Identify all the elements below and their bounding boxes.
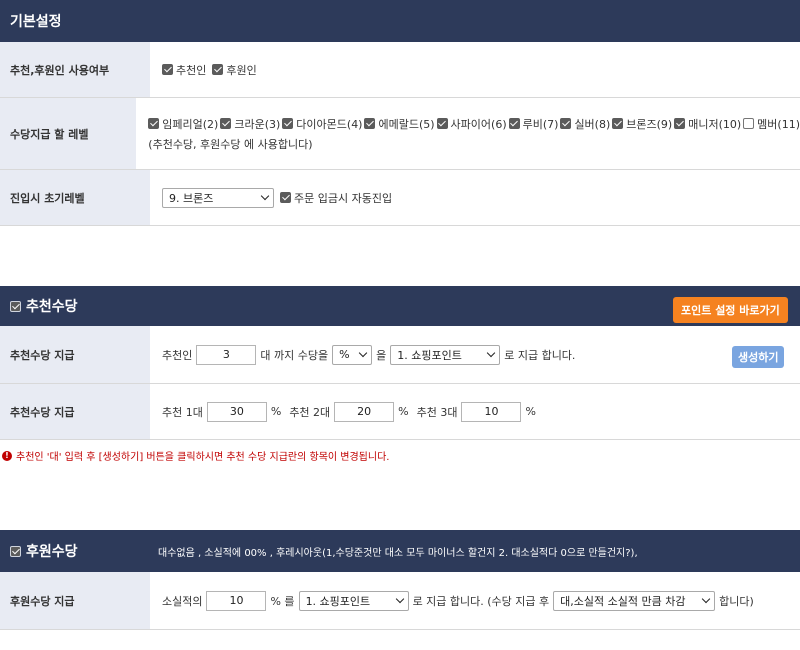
checkbox-icon [508, 118, 520, 129]
section-title: 추천수당 [26, 299, 78, 315]
auto-entry-checkbox[interactable]: 주문 입금시 자동진입 [280, 190, 392, 206]
initial-level-row: 진입시 초기레벨 9. 브론즈 주문 입금시 자동진입 [0, 170, 800, 226]
checkbox-icon [612, 118, 624, 129]
generations-input[interactable]: 3 [196, 344, 257, 365]
sponsor-enable-checkbox[interactable] [10, 545, 21, 557]
small-perf-percent-input[interactable]: 10 [206, 590, 267, 611]
referral-notice: ! 추천인 '대' 입력 후 [생성하기] 버튼을 클릭하시면 추천 수당 지급… [2, 448, 389, 463]
section-title: 기본설정 [10, 14, 62, 30]
chevron-down-icon [486, 348, 496, 357]
row-label: 추천,후원인 사용여부 [0, 42, 150, 97]
checkbox-icon [282, 118, 294, 129]
checkbox-icon [436, 118, 448, 129]
unit-select[interactable]: % [332, 344, 373, 365]
checkbox-icon [674, 118, 686, 129]
level-checkbox[interactable]: 브론즈(9) [612, 116, 672, 132]
level-checkbox[interactable]: 실버(8) [560, 116, 610, 132]
recommender-checkbox[interactable]: 추천인 [162, 62, 206, 78]
checkbox-icon [148, 118, 160, 129]
row-label: 수당지급 할 레벨 [0, 98, 137, 169]
tier-2-input[interactable]: 20 [334, 401, 395, 422]
point-type-select[interactable]: 1. 쇼핑포인트 [298, 590, 409, 611]
basic-settings-header: 기본설정 [0, 0, 800, 42]
checkbox-icon [743, 118, 755, 129]
level-note: (추천수당, 후원수당 에 사용합니다) [148, 137, 313, 151]
referral-enable-checkbox[interactable] [10, 300, 21, 312]
sponsor-header-note: 대수없음 , 소실적에 00% , 후레시아웃(1,수당준것만 대소 모두 마이… [158, 547, 638, 559]
chevron-down-icon [701, 594, 711, 603]
initial-level-select[interactable]: 9. 브론즈 [162, 187, 274, 208]
checkbox-icon [212, 64, 224, 75]
checkbox-icon [364, 118, 376, 129]
level-checkbox[interactable]: 크라운(3) [220, 116, 280, 132]
referral-tiers-row: 추천수당 지급 추천 1대 30 % 추천 2대 20 % 추천 3대 10 % [0, 384, 800, 440]
checkbox-icon [220, 118, 232, 129]
row-label: 추천수당 지급 [0, 326, 150, 383]
row-label: 추천수당 지급 [0, 384, 150, 439]
checkbox-icon [560, 118, 572, 129]
chevron-down-icon [260, 191, 270, 200]
level-checkbox[interactable]: 사파이어(6) [436, 116, 507, 132]
level-checkbox[interactable]: 다이아몬드(4) [282, 116, 362, 132]
level-checkbox[interactable]: 멤버(11) [743, 116, 800, 132]
recommend-usage-row: 추천,후원인 사용여부 추천인 후원인 [0, 42, 800, 98]
chevron-down-icon [358, 348, 368, 357]
deduction-select[interactable]: 대,소실적 소실적 만큼 차감 [553, 590, 716, 611]
level-checkbox[interactable]: 임페리얼(2) [148, 116, 218, 132]
generate-button[interactable]: 생성하기 [732, 346, 785, 368]
point-type-select[interactable]: 1. 쇼핑포인트 [390, 344, 501, 365]
sponsor-pay-row: 후원수당 지급 소실적의 10 % 를 1. 쇼핑포인트 로 지급 합니다. (… [0, 572, 800, 630]
tier-3-input[interactable]: 10 [461, 401, 522, 422]
sponsor-header: 후원수당 대수없음 , 소실적에 00% , 후레시아웃(1,수당준것만 대소 … [0, 530, 800, 572]
row-label: 진입시 초기레벨 [0, 170, 150, 225]
checkbox-icon [280, 192, 291, 203]
row-label: 후원수당 지급 [0, 572, 150, 629]
sponsor-checkbox[interactable]: 후원인 [212, 62, 257, 78]
level-checkbox[interactable]: 루비(7) [508, 116, 558, 132]
checkbox-icon [162, 64, 173, 75]
tier-1-input[interactable]: 30 [206, 401, 267, 422]
level-checkbox[interactable]: 에메랄드(5) [364, 116, 435, 132]
referral-pay-row: 추천수당 지급 추천인 3 대 까지 수당을 % 을 1. 쇼핑포인트 로 지급… [0, 326, 800, 384]
section-title: 후원수당 [26, 544, 78, 560]
chevron-down-icon [395, 594, 404, 603]
alert-icon: ! [2, 450, 12, 461]
level-row: 수당지급 할 레벨 임페리얼(2) 크라운(3) 다이아몬드(4) 에메랄드(5… [0, 98, 800, 170]
point-settings-shortcut-button[interactable]: 포인트 설정 바로가기 [673, 297, 788, 323]
level-checkbox[interactable]: 매니저(10) [674, 116, 741, 132]
